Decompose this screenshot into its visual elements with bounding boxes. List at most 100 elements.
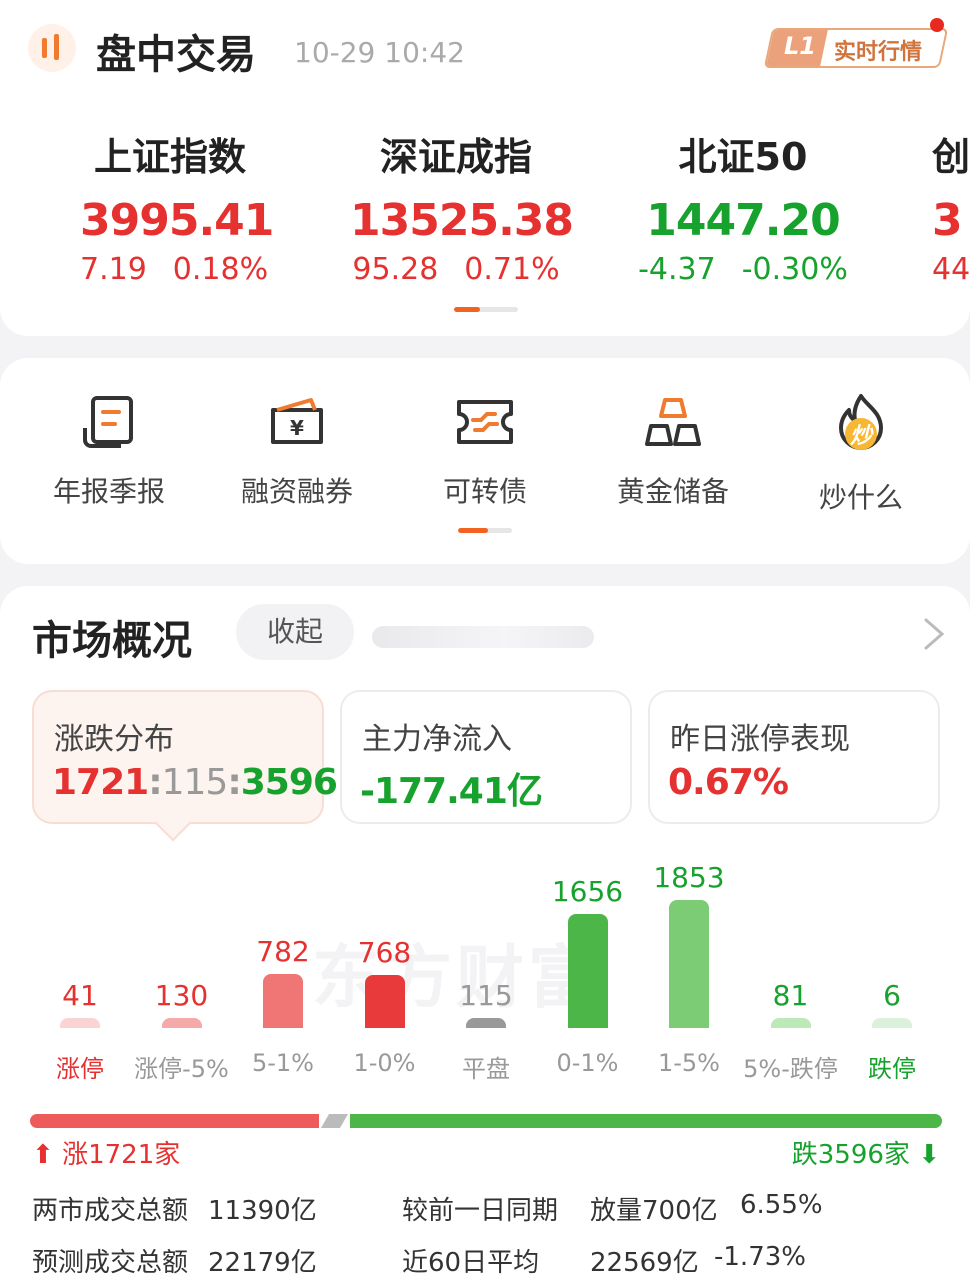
tile-yesterday-limit-up[interactable]: 昨日涨停表现 0.67% [648, 690, 940, 824]
tile-label: 昨日涨停表现 [670, 722, 850, 757]
gold-bars-icon [645, 398, 701, 446]
shortcut-annual-report[interactable]: 年报季报 [34, 392, 184, 510]
distribution-column: 81 [741, 979, 841, 1028]
distribution-column: 6 [842, 979, 942, 1028]
up-count: 1721 [52, 762, 149, 803]
down-count: 3596 [240, 762, 338, 803]
bar-value-label: 130 [154, 979, 209, 1012]
stat-label: 近60日平均 [402, 1248, 540, 1278]
index-name: 上证指数 [93, 135, 246, 179]
shortcut-card: 年报季报 ¥ 融资融券 可转债 黄金储备 炒 炒什么 [0, 358, 970, 564]
badge-text: 实时行情 [834, 40, 923, 65]
stat-value: 11390亿 [208, 1196, 317, 1226]
ratio-bar-down [350, 1114, 942, 1128]
category-label: 5-1% [251, 1049, 314, 1077]
shortcut-gold-reserve[interactable]: 黄金储备 [598, 392, 748, 510]
stat-value: 放量700亿 [590, 1196, 718, 1226]
distribution-column: 1656 [538, 875, 638, 1028]
index-card[interactable]: 上证指数 3995.41 7.19 0.18% [80, 126, 274, 287]
fire-icon: 炒 [839, 394, 883, 450]
index-value: 3 [932, 195, 963, 246]
bar-value-label: 41 [62, 979, 98, 1012]
bar-value-label: 6 [883, 979, 901, 1012]
shortcut-label: 年报季报 [52, 475, 165, 508]
tile-value: 0.67% [668, 762, 789, 803]
wallet-yen-icon: ¥ [271, 398, 323, 444]
index-card[interactable]: 深证成指 13525.38 95.28 0.71% [350, 126, 574, 287]
distribution-column: 768 [335, 936, 435, 1028]
section-title: 市场概况 [32, 618, 192, 664]
advancers-label: ⬆ 涨1721家 [32, 1140, 181, 1170]
index-name: 北证50 [678, 135, 808, 179]
category-label: 涨停-5% [134, 1055, 229, 1083]
shortcut-label: 炒什么 [818, 481, 903, 514]
ratio-bar-up [30, 1114, 319, 1128]
bar-value-label: 1656 [551, 875, 624, 908]
arrow-down-icon: ⬇ [918, 1140, 940, 1170]
distribution-bar [567, 914, 608, 1028]
stat-label: 两市成交总额 [32, 1196, 189, 1226]
shortcut-convertible-bond[interactable]: 可转债 [410, 392, 560, 510]
category-label: 1-5% [657, 1049, 720, 1077]
category-label: 平盘 [462, 1055, 510, 1083]
distribution-bar [364, 975, 405, 1028]
distribution-bar [263, 974, 303, 1028]
shortcut-margin-trading[interactable]: ¥ 融资融券 [222, 392, 372, 510]
category-label: 跌停 [868, 1055, 916, 1083]
index-change: 95.28 [352, 252, 439, 287]
index-change: 7.19 [80, 252, 147, 287]
index-change: 44 [932, 252, 970, 287]
notification-dot [930, 18, 944, 32]
index-value: 13525.38 [350, 195, 574, 246]
distribution-bar [669, 900, 709, 1028]
stat-value: 22569亿 [590, 1248, 699, 1278]
distribution-column: 130 [132, 979, 232, 1028]
stat-label: 预测成交总额 [32, 1248, 189, 1278]
index-card[interactable]: 创 3 44 [932, 126, 970, 287]
shortcut-label: 融资融券 [240, 475, 353, 508]
stat-value: 22179亿 [208, 1248, 317, 1278]
bar-value-label: 1853 [653, 861, 725, 894]
index-value: 1447.20 [646, 195, 840, 246]
category-label: 1-0% [353, 1049, 416, 1077]
distribution-column: 1853 [639, 861, 739, 1028]
distribution-bar [770, 1018, 811, 1028]
stat-change: 6.55% [740, 1190, 823, 1220]
shortcut-pager [458, 528, 512, 533]
distribution-column: 41 [30, 979, 130, 1028]
index-pager [454, 307, 518, 312]
decliners-label: 跌3596家 ⬇ [791, 1140, 940, 1170]
chevron-right-icon[interactable] [922, 616, 946, 652]
index-name: 深证成指 [379, 135, 532, 179]
distribution-bar [466, 1018, 506, 1028]
shortcut-label: 黄金储备 [616, 475, 729, 508]
shortcut-label: 可转债 [442, 475, 527, 508]
distribution-column: 115 [436, 979, 536, 1028]
index-name: 创 [932, 135, 970, 179]
bar-value-label: 768 [357, 936, 412, 969]
category-label: 0-1% [556, 1049, 619, 1077]
svg-text:¥: ¥ [290, 416, 304, 440]
blurred-banner [372, 626, 594, 648]
tile-advance-decline[interactable]: 涨跌分布 1721:115:3596 [32, 690, 338, 824]
index-card[interactable]: 北证50 1447.20 -4.37 -0.30% [634, 126, 852, 287]
index-pct: 0.71% [464, 252, 560, 287]
flat-count: 115 [161, 762, 229, 803]
ratio-separator: : [148, 762, 162, 803]
category-label: 涨停 [56, 1055, 104, 1083]
bar-value-label: 782 [256, 935, 310, 968]
stat-label: 较前一日同期 [402, 1196, 559, 1226]
arrow-up-icon: ⬆ [32, 1140, 54, 1170]
ticket-icon [457, 400, 513, 444]
fire-icon-text: 炒 [850, 424, 874, 449]
bar-value-label: 81 [772, 979, 809, 1012]
index-change: -4.37 [638, 252, 716, 287]
collapse-button[interactable]: 收起 [236, 604, 354, 660]
shortcut-hot-topics[interactable]: 炒 炒什么 [786, 392, 936, 516]
tile-value: -177.41亿 [360, 771, 543, 812]
tile-main-net-inflow[interactable]: 主力净流入 -177.41亿 [340, 690, 632, 824]
badge-level: L1 [784, 32, 816, 60]
ratio-separator: : [227, 762, 241, 803]
stat-change: -1.73% [714, 1242, 806, 1272]
timestamp: 10-29 10:42 [294, 36, 465, 69]
